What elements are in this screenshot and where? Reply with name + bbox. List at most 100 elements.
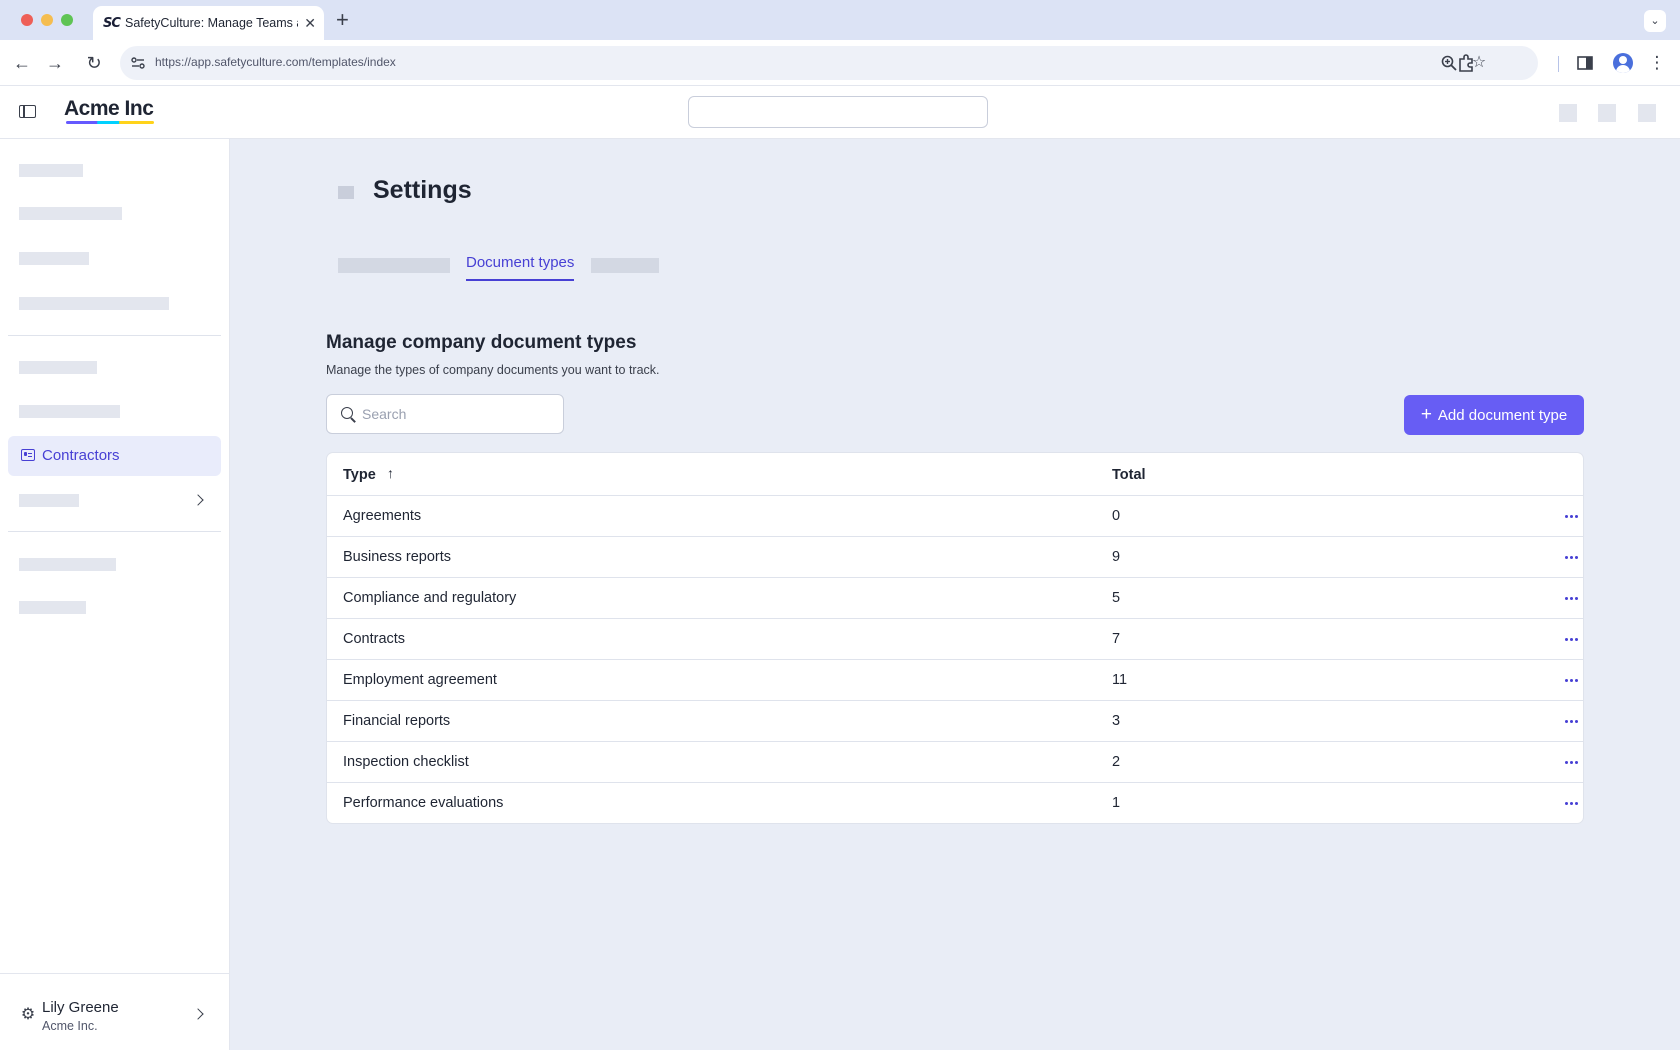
table-row[interactable]: Contracts 7 xyxy=(327,619,1583,660)
cell-total: 3 xyxy=(1112,713,1121,729)
cell-total: 5 xyxy=(1112,590,1121,606)
forward-arrow-icon[interactable]: → xyxy=(45,53,65,73)
window-minimize-button[interactable] xyxy=(41,14,53,26)
header-action-placeholder-2[interactable] xyxy=(1598,104,1616,122)
more-options-icon[interactable] xyxy=(1565,556,1579,559)
table-row[interactable]: Business reports 9 xyxy=(327,537,1583,578)
column-header-total: Total xyxy=(1112,467,1146,483)
cell-total: 0 xyxy=(1112,508,1121,524)
tab-placeholder[interactable] xyxy=(338,258,450,273)
sidebar-item-placeholder[interactable] xyxy=(19,164,83,177)
document-types-table: Type ↑ Total Agreements 0 Business repor… xyxy=(326,452,1584,824)
gear-icon: ⚙ xyxy=(20,1006,36,1023)
cell-type: Compliance and regulatory xyxy=(343,590,517,606)
sidebar-item-placeholder[interactable] xyxy=(19,207,122,220)
cell-type: Business reports xyxy=(343,549,451,565)
table-row[interactable]: Performance evaluations 1 xyxy=(327,783,1583,823)
sidebar-item-placeholder[interactable] xyxy=(19,252,89,265)
more-options-icon[interactable] xyxy=(1565,802,1579,805)
more-options-icon[interactable] xyxy=(1565,638,1579,641)
more-options-icon[interactable] xyxy=(1565,515,1579,518)
browser-tab[interactable]: SC SafetyCulture: Manage Teams and... ✕ xyxy=(93,6,324,40)
sidebar-item-placeholder[interactable] xyxy=(19,405,120,418)
sidebar-item-placeholder[interactable] xyxy=(19,494,79,507)
cell-type: Financial reports xyxy=(343,713,451,729)
app-header: Acme Inc xyxy=(0,86,1680,139)
main-content: Settings Document types Manage company d… xyxy=(230,139,1680,1050)
profile-avatar-icon[interactable] xyxy=(1613,53,1633,73)
sort-ascending-icon[interactable]: ↑ xyxy=(387,465,394,481)
chevron-right-icon[interactable] xyxy=(192,494,204,506)
sidebar-item-placeholder[interactable] xyxy=(19,361,97,374)
sidebar-item-placeholder[interactable] xyxy=(19,297,169,310)
cell-type: Employment agreement xyxy=(343,672,497,688)
browser-toolbar: ← → ↻ https://app.safetyculture.com/temp… xyxy=(0,40,1680,86)
close-tab-icon[interactable]: ✕ xyxy=(304,15,316,32)
window-maximize-button[interactable] xyxy=(61,14,73,26)
more-options-icon[interactable] xyxy=(1565,679,1579,682)
table-row[interactable]: Compliance and regulatory 5 xyxy=(327,578,1583,619)
global-search-input[interactable] xyxy=(688,96,988,128)
sidebar-item-contractors[interactable]: Contractors xyxy=(8,436,221,476)
table-row[interactable]: Inspection checklist 2 xyxy=(327,742,1583,783)
add-document-type-label: Add document type xyxy=(1437,406,1568,424)
table-row[interactable]: Employment agreement 11 xyxy=(327,660,1583,701)
chevron-right-icon xyxy=(192,1008,204,1020)
more-options-icon[interactable] xyxy=(1565,720,1579,723)
more-options-icon[interactable] xyxy=(1565,761,1579,764)
more-options-icon[interactable] xyxy=(1565,597,1579,600)
tab-document-types[interactable]: Document types xyxy=(466,254,575,281)
sidebar: Contractors ⚙ Lily Greene Acme Inc. xyxy=(0,139,230,1050)
sidebar-toggle-icon[interactable] xyxy=(19,105,36,118)
sidebar-divider xyxy=(8,335,221,336)
header-action-placeholder-3[interactable] xyxy=(1638,104,1656,122)
browser-tabstrip: SC SafetyCulture: Manage Teams and... ✕ … xyxy=(0,0,1680,40)
plus-icon: + xyxy=(1420,404,1432,425)
table-row[interactable]: Financial reports 3 xyxy=(327,701,1583,742)
back-arrow-icon[interactable]: ← xyxy=(12,53,32,73)
search-icon xyxy=(341,407,353,419)
cell-type: Contracts xyxy=(343,631,406,647)
table-header: Type ↑ Total xyxy=(327,453,1583,496)
section-title: Manage company document types xyxy=(326,332,637,353)
search-input[interactable]: Search xyxy=(326,394,564,434)
company-logo[interactable]: Acme Inc xyxy=(64,97,154,124)
table-row[interactable]: Agreements 0 xyxy=(327,496,1583,537)
section-description: Manage the types of company documents yo… xyxy=(326,363,660,377)
user-name: Lily Greene xyxy=(42,999,119,1016)
sidebar-item-placeholder[interactable] xyxy=(19,558,116,571)
tab-search-dropdown-icon[interactable]: ⌄ xyxy=(1644,10,1666,32)
reload-icon[interactable]: ↻ xyxy=(84,53,104,73)
company-logo-text: Acme Inc xyxy=(64,97,154,120)
cell-type: Performance evaluations xyxy=(343,795,504,811)
cell-type: Agreements xyxy=(343,508,422,524)
address-bar[interactable]: https://app.safetyculture.com/templates/… xyxy=(120,46,1538,80)
sidebar-item-placeholder[interactable] xyxy=(19,601,86,614)
cell-total: 1 xyxy=(1112,795,1121,811)
cell-total: 7 xyxy=(1112,631,1121,647)
cell-total: 11 xyxy=(1112,672,1128,688)
side-panel-icon[interactable] xyxy=(1574,52,1596,74)
tab-placeholder[interactable] xyxy=(591,258,659,273)
sidebar-divider xyxy=(8,531,221,532)
cell-type: Inspection checklist xyxy=(343,754,469,770)
browser-menu-icon[interactable]: ⋮ xyxy=(1646,52,1668,74)
window-close-button[interactable] xyxy=(21,14,33,26)
user-organization: Acme Inc. xyxy=(42,1019,98,1033)
cell-total: 2 xyxy=(1112,754,1121,770)
column-header-type[interactable]: Type xyxy=(343,467,376,483)
url-text: https://app.safetyculture.com/templates/… xyxy=(155,55,396,69)
back-button-placeholder[interactable] xyxy=(338,186,354,199)
cell-total: 9 xyxy=(1112,549,1121,565)
new-tab-button[interactable]: + xyxy=(336,8,349,32)
browser-tab-title: SafetyCulture: Manage Teams and... xyxy=(125,16,298,30)
user-menu[interactable]: ⚙ Lily Greene Acme Inc. xyxy=(0,973,229,1050)
logo-underline xyxy=(66,121,154,124)
toolbar-divider xyxy=(1558,56,1559,72)
safetyculture-favicon-icon: SC xyxy=(103,15,121,31)
sidebar-item-label: Contractors xyxy=(42,447,120,464)
site-settings-icon[interactable] xyxy=(130,55,146,71)
header-action-placeholder-1[interactable] xyxy=(1559,104,1577,122)
extensions-puzzle-icon[interactable] xyxy=(1455,52,1477,74)
add-document-type-button[interactable]: + Add document type xyxy=(1404,395,1584,435)
